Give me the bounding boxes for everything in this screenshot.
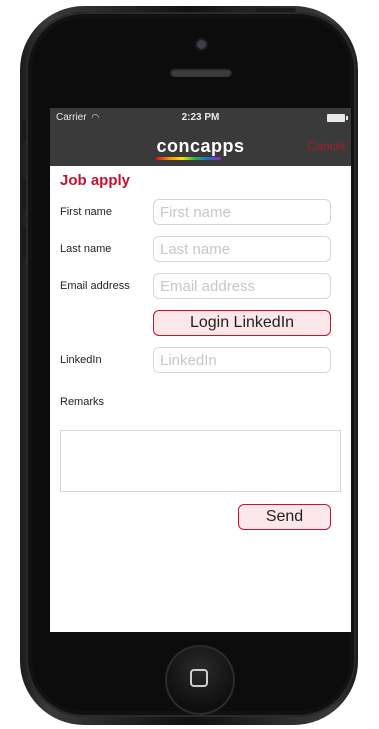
app-screen: Carrier ◠ 2:23 PM concapps Cancel Job ap… bbox=[50, 108, 351, 632]
app-logo: concapps bbox=[156, 136, 245, 156]
first-name-label: First name bbox=[60, 206, 112, 218]
last-name-label: Last name bbox=[60, 243, 112, 255]
login-linkedin-button[interactable]: Login LinkedIn bbox=[153, 310, 331, 336]
home-square-icon bbox=[190, 669, 208, 687]
remarks-label: Remarks bbox=[60, 396, 105, 408]
cancel-button[interactable]: Cancel bbox=[308, 139, 345, 153]
logo-rainbow-underline bbox=[156, 157, 221, 160]
first-name-field[interactable] bbox=[153, 199, 331, 225]
battery-icon bbox=[327, 114, 348, 122]
email-label: Email address bbox=[60, 280, 130, 292]
page-title: Job apply bbox=[60, 172, 131, 189]
send-button[interactable]: Send bbox=[238, 504, 331, 530]
email-field[interactable] bbox=[153, 273, 331, 299]
remarks-textarea[interactable] bbox=[60, 430, 341, 492]
speaker-grille bbox=[170, 68, 232, 77]
last-name-field[interactable] bbox=[153, 236, 331, 262]
front-camera-icon bbox=[197, 40, 206, 49]
nav-bar: concapps Cancel bbox=[50, 128, 351, 166]
linkedin-field[interactable] bbox=[153, 347, 331, 373]
status-bar: Carrier ◠ 2:23 PM bbox=[50, 108, 351, 128]
status-time: 2:23 PM bbox=[181, 112, 220, 123]
home-button[interactable] bbox=[165, 645, 235, 715]
linkedin-label: LinkedIn bbox=[60, 354, 102, 366]
